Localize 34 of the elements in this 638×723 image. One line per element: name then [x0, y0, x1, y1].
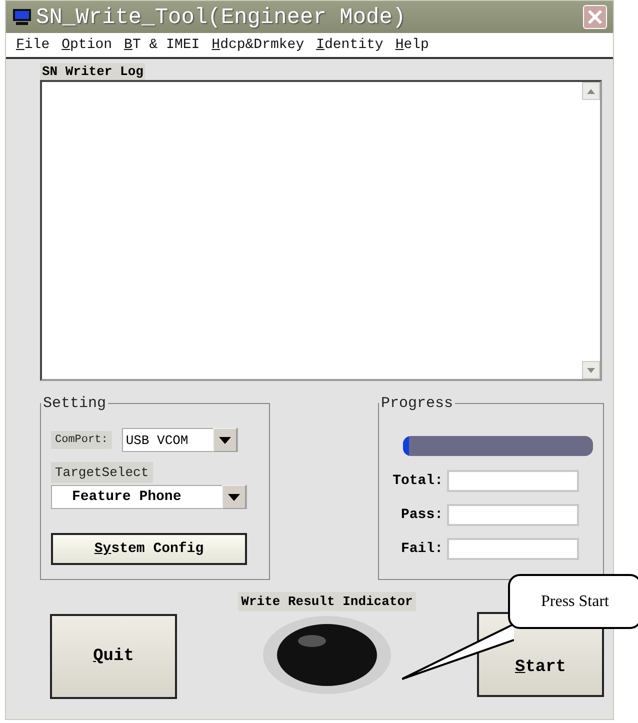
- quit-button[interactable]: Quit: [50, 614, 177, 699]
- target-dropdown[interactable]: Feature Phone: [51, 485, 247, 509]
- group-title: Progress: [380, 395, 454, 412]
- menu-item[interactable]: Identity: [316, 37, 384, 53]
- system-config-button[interactable]: System Config: [51, 533, 247, 565]
- close-icon: [587, 9, 603, 25]
- menu-item[interactable]: File: [16, 37, 50, 53]
- close-button[interactable]: [583, 5, 607, 29]
- target-label: TargetSelect: [51, 462, 153, 483]
- menu-item[interactable]: Hdcp&Drmkey: [212, 37, 304, 53]
- count-field[interactable]: [447, 470, 579, 492]
- menu-item[interactable]: Option: [62, 37, 112, 53]
- menu-item[interactable]: BT & IMEI: [124, 37, 200, 53]
- indicator-label: Write Result Indicator: [238, 592, 416, 611]
- press-start-tooltip: Press Start: [508, 574, 638, 629]
- field-label: Fail:: [400, 541, 443, 557]
- scroll-up-button[interactable]: [582, 82, 600, 100]
- group-title: Setting: [42, 395, 108, 412]
- window-title: SN_Write_Tool(Engineer Mode): [36, 4, 407, 30]
- comport-dropdown[interactable]: USB VCOM: [122, 428, 238, 452]
- indicator-light-icon: [262, 615, 392, 695]
- count-field[interactable]: [447, 538, 579, 560]
- menu-item[interactable]: Help: [395, 37, 429, 53]
- field-label: Pass:: [400, 507, 443, 523]
- caret-icon: [228, 494, 240, 500]
- caret-icon: [218, 436, 231, 444]
- up-arrow-icon: [587, 88, 595, 94]
- comport-label: ComPort:: [51, 431, 112, 449]
- scroll-down-button[interactable]: [582, 361, 600, 379]
- count-field[interactable]: [447, 504, 579, 526]
- log-title: SN Writer Log: [40, 63, 146, 80]
- down-arrow-icon: [587, 368, 595, 372]
- computer-icon: [12, 8, 32, 26]
- field-label: Total:: [392, 473, 443, 489]
